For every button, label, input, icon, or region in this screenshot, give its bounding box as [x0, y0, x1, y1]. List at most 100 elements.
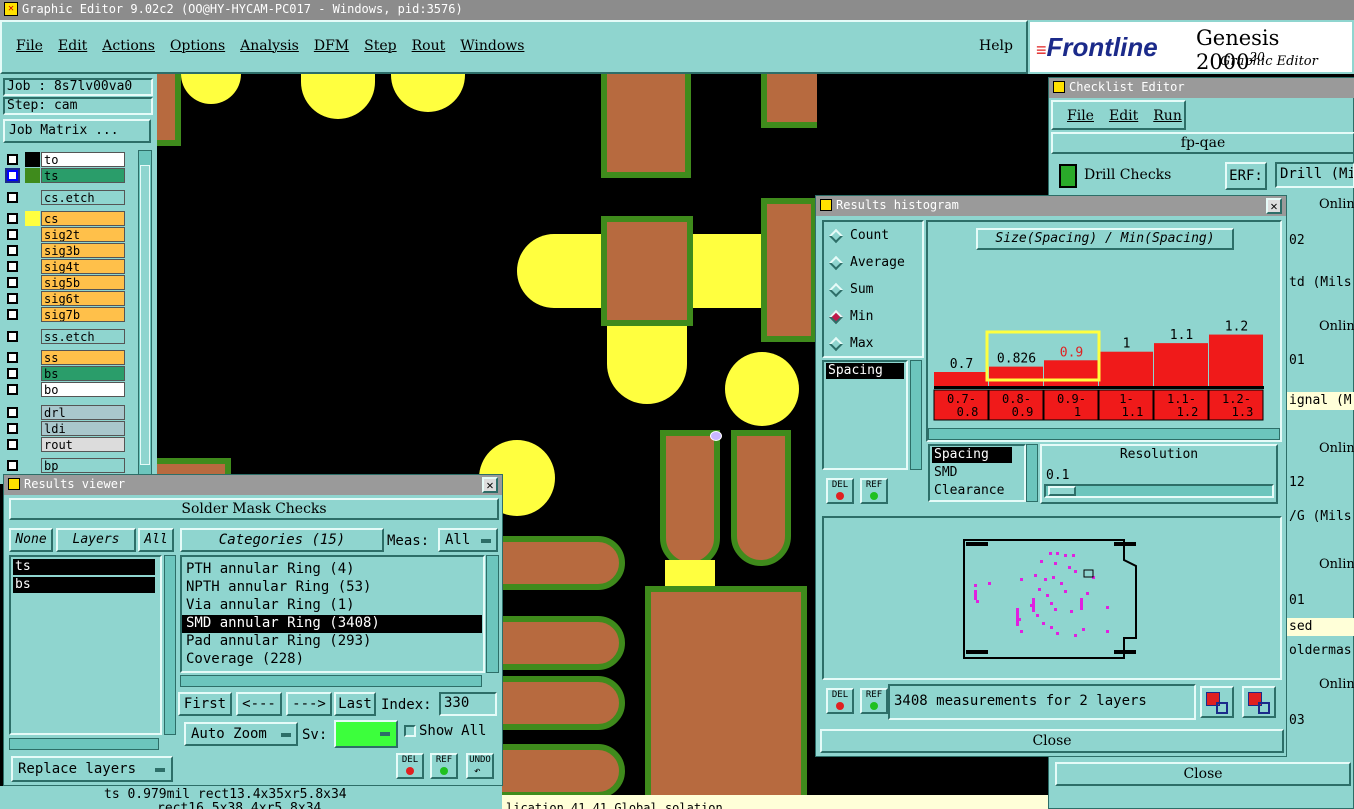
layer-name[interactable]: cs.etch: [41, 190, 125, 205]
result-marker[interactable]: [1044, 578, 1047, 581]
menu-file[interactable]: File: [16, 38, 43, 54]
layer-color-swatch[interactable]: [25, 350, 40, 365]
result-marker[interactable]: [1038, 588, 1041, 591]
layer-row-cs.etch[interactable]: cs.etch: [5, 190, 125, 205]
layer-name[interactable]: ss.etch: [41, 329, 125, 344]
prev-button[interactable]: <---: [236, 692, 282, 716]
layer-row-sig6t[interactable]: sig6t: [5, 291, 125, 306]
first-button[interactable]: First: [178, 692, 232, 716]
result-marker[interactable]: [1054, 608, 1057, 611]
mode-option-count[interactable]: Count: [828, 228, 922, 246]
checklist-menu-run[interactable]: Run: [1153, 108, 1182, 124]
category-item[interactable]: PTH annular Ring (4): [182, 561, 482, 579]
layer-name[interactable]: ts: [41, 168, 125, 183]
job-matrix-button[interactable]: Job Matrix ...: [3, 119, 151, 143]
radio-icon[interactable]: [828, 255, 844, 271]
mode-option-average[interactable]: Average: [828, 255, 922, 273]
resolution-slider[interactable]: [1044, 484, 1274, 498]
layer-color-swatch[interactable]: [25, 152, 40, 167]
layer-results-vscroll[interactable]: [164, 555, 176, 735]
menu-edit[interactable]: Edit: [58, 38, 87, 54]
zoom-out-selection-icon[interactable]: [1242, 686, 1276, 718]
layer-checkbox[interactable]: [7, 245, 18, 256]
layer-color-swatch[interactable]: [25, 243, 40, 258]
layer-color-swatch[interactable]: [25, 275, 40, 290]
results-viewer-titlebar[interactable]: Results viewer ✕: [4, 475, 502, 495]
layer-checkbox[interactable]: [7, 293, 18, 304]
layer-row-sig2t[interactable]: sig2t: [5, 227, 125, 242]
layer-name[interactable]: ldi: [41, 421, 125, 436]
type-list-item[interactable]: SMD: [932, 465, 1012, 481]
layer-row-bp[interactable]: bp: [5, 458, 125, 473]
result-marker[interactable]: [1049, 552, 1052, 555]
layer-row-drl[interactable]: drl: [5, 405, 125, 420]
layer-row-sig4t[interactable]: sig4t: [5, 259, 125, 274]
replace-layers-dropdown[interactable]: Replace layers: [11, 756, 173, 782]
layer-scrollbar[interactable]: [138, 150, 152, 484]
layer-checkbox[interactable]: [7, 277, 18, 288]
radio-icon[interactable]: [828, 309, 844, 325]
layer-color-swatch[interactable]: [25, 168, 40, 183]
layer-color-swatch[interactable]: [25, 227, 40, 242]
app-title-bar[interactable]: ✕ Graphic Editor 9.02c2 (OO@HY-HYCAM-PC01…: [0, 0, 1354, 20]
result-marker[interactable]: [974, 590, 977, 600]
layer-row-sig7b[interactable]: sig7b: [5, 307, 125, 322]
layer-name[interactable]: bo: [41, 382, 125, 397]
layer-checkbox[interactable]: [7, 423, 18, 434]
mode-option-min[interactable]: Min: [828, 309, 922, 327]
result-marker[interactable]: [1040, 560, 1043, 563]
layer-name[interactable]: sig5b: [41, 275, 125, 290]
checklist-titlebar[interactable]: Checklist Editor: [1049, 78, 1354, 98]
histogram-bar[interactable]: [989, 366, 1043, 386]
layer-name[interactable]: sig4t: [41, 259, 125, 274]
index-input[interactable]: 330: [439, 692, 497, 716]
layer-row-cs[interactable]: cs: [5, 211, 125, 226]
layer-scroll-thumb[interactable]: [140, 165, 150, 465]
help-menu[interactable]: Help: [979, 38, 1013, 54]
del-button[interactable]: DEL: [396, 753, 424, 779]
result-marker[interactable]: [1074, 634, 1077, 637]
result-marker[interactable]: [1086, 592, 1089, 595]
layers-button[interactable]: Layers: [56, 528, 136, 552]
result-layer-item[interactable]: ts: [13, 559, 155, 575]
sv-color-dropdown[interactable]: [334, 720, 398, 748]
type-list-scrollbar[interactable]: [1026, 444, 1038, 502]
category-item[interactable]: Coverage (228): [182, 651, 482, 669]
result-marker[interactable]: [1082, 628, 1085, 631]
layer-color-swatch[interactable]: [25, 329, 40, 344]
layer-row-sig5b[interactable]: sig5b: [5, 275, 125, 290]
layer-name[interactable]: sig2t: [41, 227, 125, 242]
layer-color-swatch[interactable]: [25, 211, 40, 226]
layer-name[interactable]: sig3b: [41, 243, 125, 258]
layer-color-swatch[interactable]: [25, 307, 40, 322]
menu-dfm[interactable]: DFM: [314, 38, 349, 54]
layer-color-swatch[interactable]: [25, 421, 40, 436]
close-icon[interactable]: ✕: [482, 477, 498, 493]
layer-checkbox[interactable]: [5, 168, 20, 183]
result-marker[interactable]: [1016, 608, 1019, 626]
measure-list-item[interactable]: Spacing: [826, 363, 904, 379]
none-button[interactable]: None: [9, 528, 53, 552]
layer-row-bo[interactable]: bo: [5, 382, 125, 397]
layer-color-swatch[interactable]: [25, 190, 40, 205]
all-button[interactable]: All: [138, 528, 174, 552]
measure-list-scrollbar[interactable]: [910, 360, 922, 470]
checklist-menu-file[interactable]: File: [1067, 108, 1094, 124]
layer-checkbox[interactable]: [7, 368, 18, 379]
result-marker[interactable]: [1056, 552, 1059, 555]
result-marker[interactable]: [1060, 582, 1063, 585]
result-marker[interactable]: [1020, 578, 1023, 581]
result-marker[interactable]: [1068, 566, 1071, 569]
show-all-checkbox[interactable]: [404, 725, 416, 737]
resolution-slider-thumb[interactable]: [1048, 486, 1076, 496]
histogram-titlebar[interactable]: Results histogram ✕: [816, 196, 1286, 216]
layer-checkbox[interactable]: [7, 154, 18, 165]
result-marker[interactable]: [1080, 598, 1083, 610]
result-marker[interactable]: [1036, 614, 1039, 617]
radio-icon[interactable]: [828, 282, 844, 298]
last-button[interactable]: Last: [334, 692, 376, 716]
radio-icon[interactable]: [828, 228, 844, 244]
layer-checkbox[interactable]: [7, 192, 18, 203]
menu-rout[interactable]: Rout: [412, 38, 446, 54]
layer-row-ldi[interactable]: ldi: [5, 421, 125, 436]
